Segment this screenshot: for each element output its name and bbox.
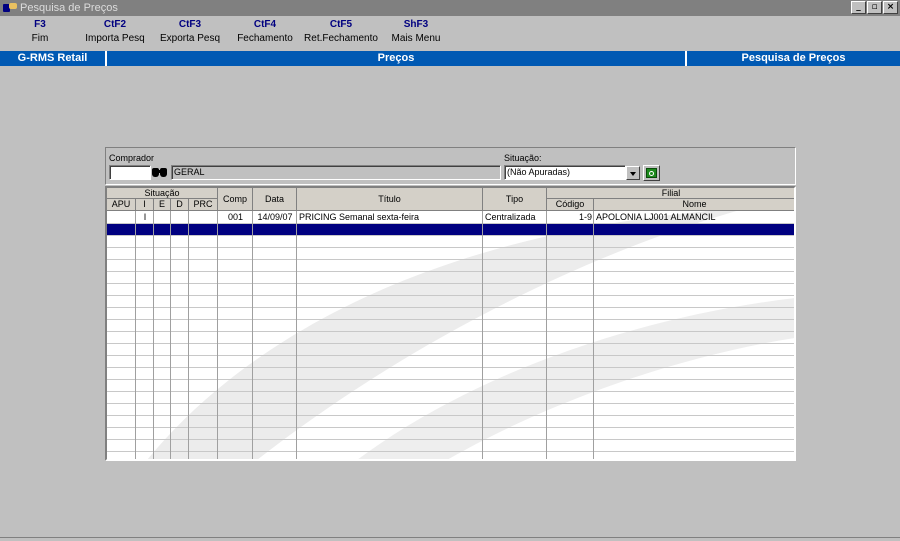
cell-data: 14/09/07 [257, 212, 293, 222]
row-divider [107, 295, 794, 296]
column-divider [593, 211, 594, 459]
chevron-down-icon [630, 172, 636, 176]
row-divider [107, 247, 794, 248]
toolbar: F3 Fim CtF2 Importa Pesq CtF3 Exporta Pe… [0, 16, 900, 50]
row-divider [107, 223, 794, 224]
tool-label: Fim [31, 33, 49, 44]
module-name: Preços [107, 51, 687, 66]
column-divider [153, 211, 154, 459]
column-divider [252, 211, 253, 459]
status-bar [0, 537, 900, 541]
cell-codigo: 1-9 [578, 212, 592, 222]
comprador-label: Comprador [109, 153, 155, 163]
filter-panel: Comprador GERAL Situação: (Não Apuradas) [105, 147, 796, 185]
row-divider [107, 259, 794, 260]
row-divider [107, 415, 794, 416]
row-divider [107, 367, 794, 368]
tool-fim-button[interactable]: F3 Fim [25, 18, 55, 46]
tool-key: F3 [34, 19, 46, 30]
header-group-filial: Filial [547, 188, 794, 199]
row-divider [107, 439, 794, 440]
tool-label: Ret.Fechamento [304, 33, 378, 44]
row-divider [107, 451, 794, 452]
app-icon [2, 1, 18, 15]
window-controls: _ ▫ × [851, 1, 898, 14]
cell-nome: APOLONIA LJ001 ALMANCIL [596, 212, 716, 222]
row-divider [107, 379, 794, 380]
header-comp[interactable]: Comp [218, 188, 253, 211]
tool-exporta-pesq-button[interactable]: CtF3 Exporta Pesq [158, 18, 222, 46]
row-divider [107, 343, 794, 344]
module-header-bar: G-RMS Retail Preços Pesquisa de Preços [0, 51, 900, 66]
situacao-dropdown-button[interactable] [626, 166, 640, 180]
row-divider [107, 283, 794, 284]
window-title: Pesquisa de Preços [20, 2, 118, 14]
row-divider [107, 427, 794, 428]
header-titulo[interactable]: Título [297, 188, 483, 211]
column-divider [217, 211, 218, 459]
header-apu[interactable]: APU [107, 199, 136, 211]
cell-comp: 001 [227, 212, 244, 222]
header-group-situacao: Situação [107, 188, 218, 199]
tool-key: CtF3 [178, 19, 202, 30]
row-divider [107, 331, 794, 332]
header-nome[interactable]: Nome [594, 199, 794, 211]
column-divider [546, 211, 547, 459]
row-divider [107, 271, 794, 272]
binoculars-search-icon[interactable] [151, 165, 169, 179]
row-divider [107, 355, 794, 356]
minimize-button[interactable]: _ [851, 1, 866, 14]
column-divider [296, 211, 297, 459]
row-divider [107, 391, 794, 392]
tool-label: Importa Pesq [85, 33, 145, 44]
tool-mais-menu-button[interactable]: ShF3 Mais Menu [390, 18, 442, 46]
title-bar: Pesquisa de Preços _ ▫ × [0, 0, 900, 16]
header-e[interactable]: E [154, 199, 171, 211]
column-divider [170, 211, 171, 459]
tool-key: CtF5 [329, 19, 353, 30]
tool-label: Exporta Pesq [159, 33, 221, 44]
row-divider [107, 319, 794, 320]
header-i[interactable]: I [136, 199, 154, 211]
column-divider [135, 211, 136, 459]
close-button[interactable]: × [883, 1, 898, 14]
tool-importa-pesq-button[interactable]: CtF2 Importa Pesq [85, 18, 145, 46]
cell-i: I [143, 212, 147, 222]
tool-ret-fechamento-button[interactable]: CtF5 Ret.Fechamento [304, 18, 378, 46]
table-row-selected[interactable] [107, 224, 794, 235]
comprador-code-input[interactable] [109, 165, 151, 180]
system-name: G-RMS Retail [0, 51, 107, 66]
tool-fechamento-button[interactable]: CtF4 Fechamento [236, 18, 294, 46]
row-divider [107, 307, 794, 308]
tool-label: Mais Menu [391, 33, 441, 44]
row-divider [107, 235, 794, 236]
tool-key: ShF3 [403, 19, 429, 30]
tool-label: Fechamento [237, 33, 293, 44]
cell-tipo: Centralizada [485, 212, 536, 222]
column-divider [482, 211, 483, 459]
header-codigo[interactable]: Código [547, 199, 594, 211]
column-divider [188, 211, 189, 459]
restore-button[interactable]: ▫ [867, 1, 882, 14]
header-data[interactable]: Data [253, 188, 297, 211]
tool-key: CtF2 [103, 19, 127, 30]
refresh-icon [646, 168, 657, 178]
situacao-select[interactable]: (Não Apuradas) [504, 165, 626, 180]
situacao-label: Situação: [504, 153, 542, 163]
results-grid: Situação Comp Data Título Tipo Filial AP… [105, 186, 796, 461]
tool-key: CtF4 [253, 19, 277, 30]
header-tipo[interactable]: Tipo [483, 188, 547, 211]
header-prc[interactable]: PRC [189, 199, 218, 211]
header-d[interactable]: D [171, 199, 189, 211]
row-divider [107, 403, 794, 404]
comprador-name-field: GERAL [171, 165, 501, 180]
refresh-button[interactable] [643, 165, 660, 181]
cell-titulo: PRICING Semanal sexta-feira [299, 212, 420, 222]
screen-name: Pesquisa de Preços [741, 52, 846, 64]
